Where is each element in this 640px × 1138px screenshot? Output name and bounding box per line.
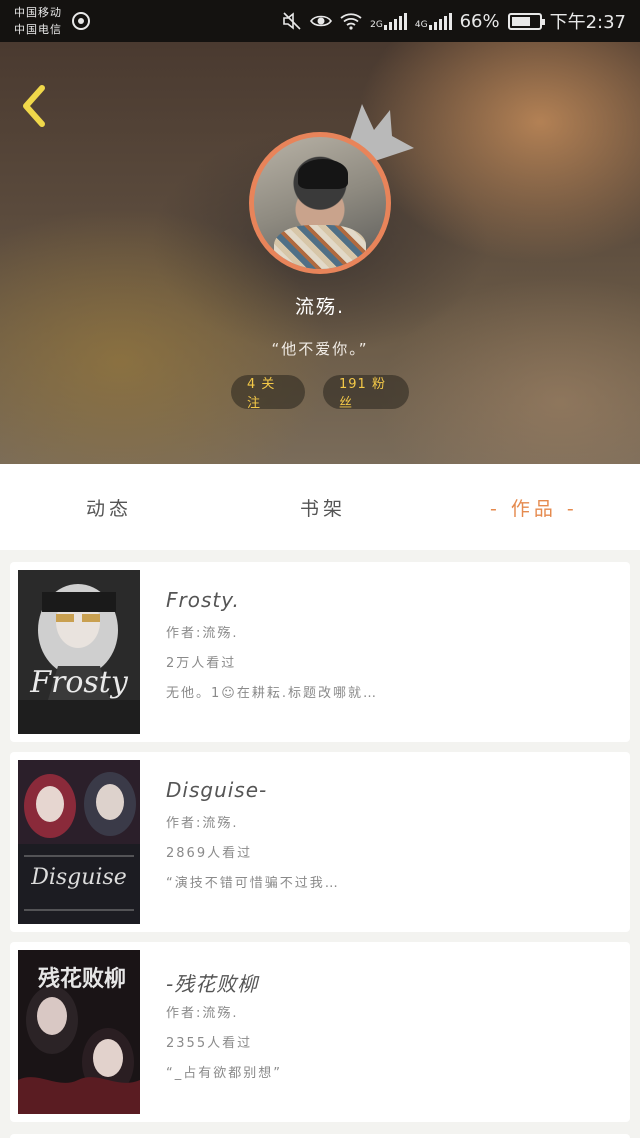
back-arrow-icon[interactable] [16, 82, 52, 130]
book-title: Frosty. [166, 588, 240, 612]
tab-activity[interactable]: 动态 [86, 464, 132, 550]
list-item-partial[interactable] [10, 1134, 630, 1138]
following-button[interactable]: 4 关注 [231, 375, 305, 411]
book-author: 作者:流殇. [166, 1006, 239, 1021]
tab-bookshelf[interactable]: 书架 [300, 464, 346, 550]
book-title: -残花败柳 [166, 972, 259, 996]
clock: 下午2:37 [549, 12, 626, 33]
mute-icon [283, 12, 301, 30]
cover-title: Disguise [30, 865, 127, 890]
book-summary: “_占有欲都别想” [166, 1066, 282, 1081]
list-item[interactable]: Frosty Frosty. 作者:流殇. 2万人看过 无他。1☺在耕耘.标题改… [10, 562, 630, 742]
cover-title: 残花败柳 [38, 966, 126, 992]
list-item[interactable]: Disguise Disguise- 作者:流殇. 2869人看过 “演技不错可… [10, 752, 630, 932]
book-title: Disguise- [166, 778, 268, 802]
battery-icon [507, 12, 545, 30]
battery-percent: 66% [459, 10, 500, 32]
signal-bars-icon [383, 12, 407, 30]
book-views: 2869人看过 [166, 846, 253, 861]
wifi-icon [340, 13, 362, 30]
book-info: Frosty. 作者:流殇. 2万人看过 无他。1☺在耕耘.标题改哪就… [166, 588, 618, 708]
carrier-labels: 中国移动 中国电信 [14, 4, 62, 38]
netease-icon [72, 12, 90, 30]
tab-works[interactable]: - 作品 - [490, 464, 578, 550]
book-cover: Frosty [18, 570, 140, 734]
book-author: 作者:流殇. [166, 626, 239, 641]
book-cover: 残花败柳 [18, 950, 140, 1114]
carrier-1: 中国移动 [14, 6, 62, 19]
signal-bars-icon [428, 12, 452, 30]
book-author: 作者:流殇. [166, 816, 239, 831]
profile-header: 流殇. “他不爱你。” 4 关注 191 粉丝 [0, 42, 640, 464]
book-summary: 无他。1☺在耕耘.标题改哪就… [166, 686, 378, 701]
bio: “他不爱你。” [271, 340, 369, 358]
signal-2g: 2G [370, 12, 407, 30]
eye-icon [310, 15, 333, 27]
book-summary: “演技不错可惜骗不过我… [166, 876, 340, 891]
carrier-2: 中国电信 [14, 23, 62, 36]
book-views: 2355人看过 [166, 1036, 253, 1051]
avatar[interactable] [249, 132, 391, 274]
signal-4g: 4G [414, 12, 452, 30]
username: 流殇. [294, 296, 346, 318]
signal-4g-label: 4G [414, 19, 428, 30]
status-icons: 2G 4G 66% 下午2:37 [282, 8, 626, 34]
book-info: -残花败柳 作者:流殇. 2355人看过 “_占有欲都别想” [166, 968, 618, 1088]
cover-title: Frosty [29, 665, 129, 700]
status-bar: 中国移动 中国电信 2G 4G 66% 下午2:37 [0, 0, 640, 42]
stats-row: 4 关注 191 粉丝 [0, 375, 640, 411]
fans-button[interactable]: 191 粉丝 [323, 375, 409, 411]
book-cover: Disguise [18, 760, 140, 924]
book-views: 2万人看过 [166, 656, 237, 671]
profile-tabs: 动态 书架 - 作品 - [0, 464, 640, 550]
signal-2g-label: 2G [370, 19, 383, 30]
list-item[interactable]: 残花败柳 -残花败柳 作者:流殇. 2355人看过 “_占有欲都别想” [10, 942, 630, 1122]
book-info: Disguise- 作者:流殇. 2869人看过 “演技不错可惜骗不过我… [166, 778, 618, 898]
